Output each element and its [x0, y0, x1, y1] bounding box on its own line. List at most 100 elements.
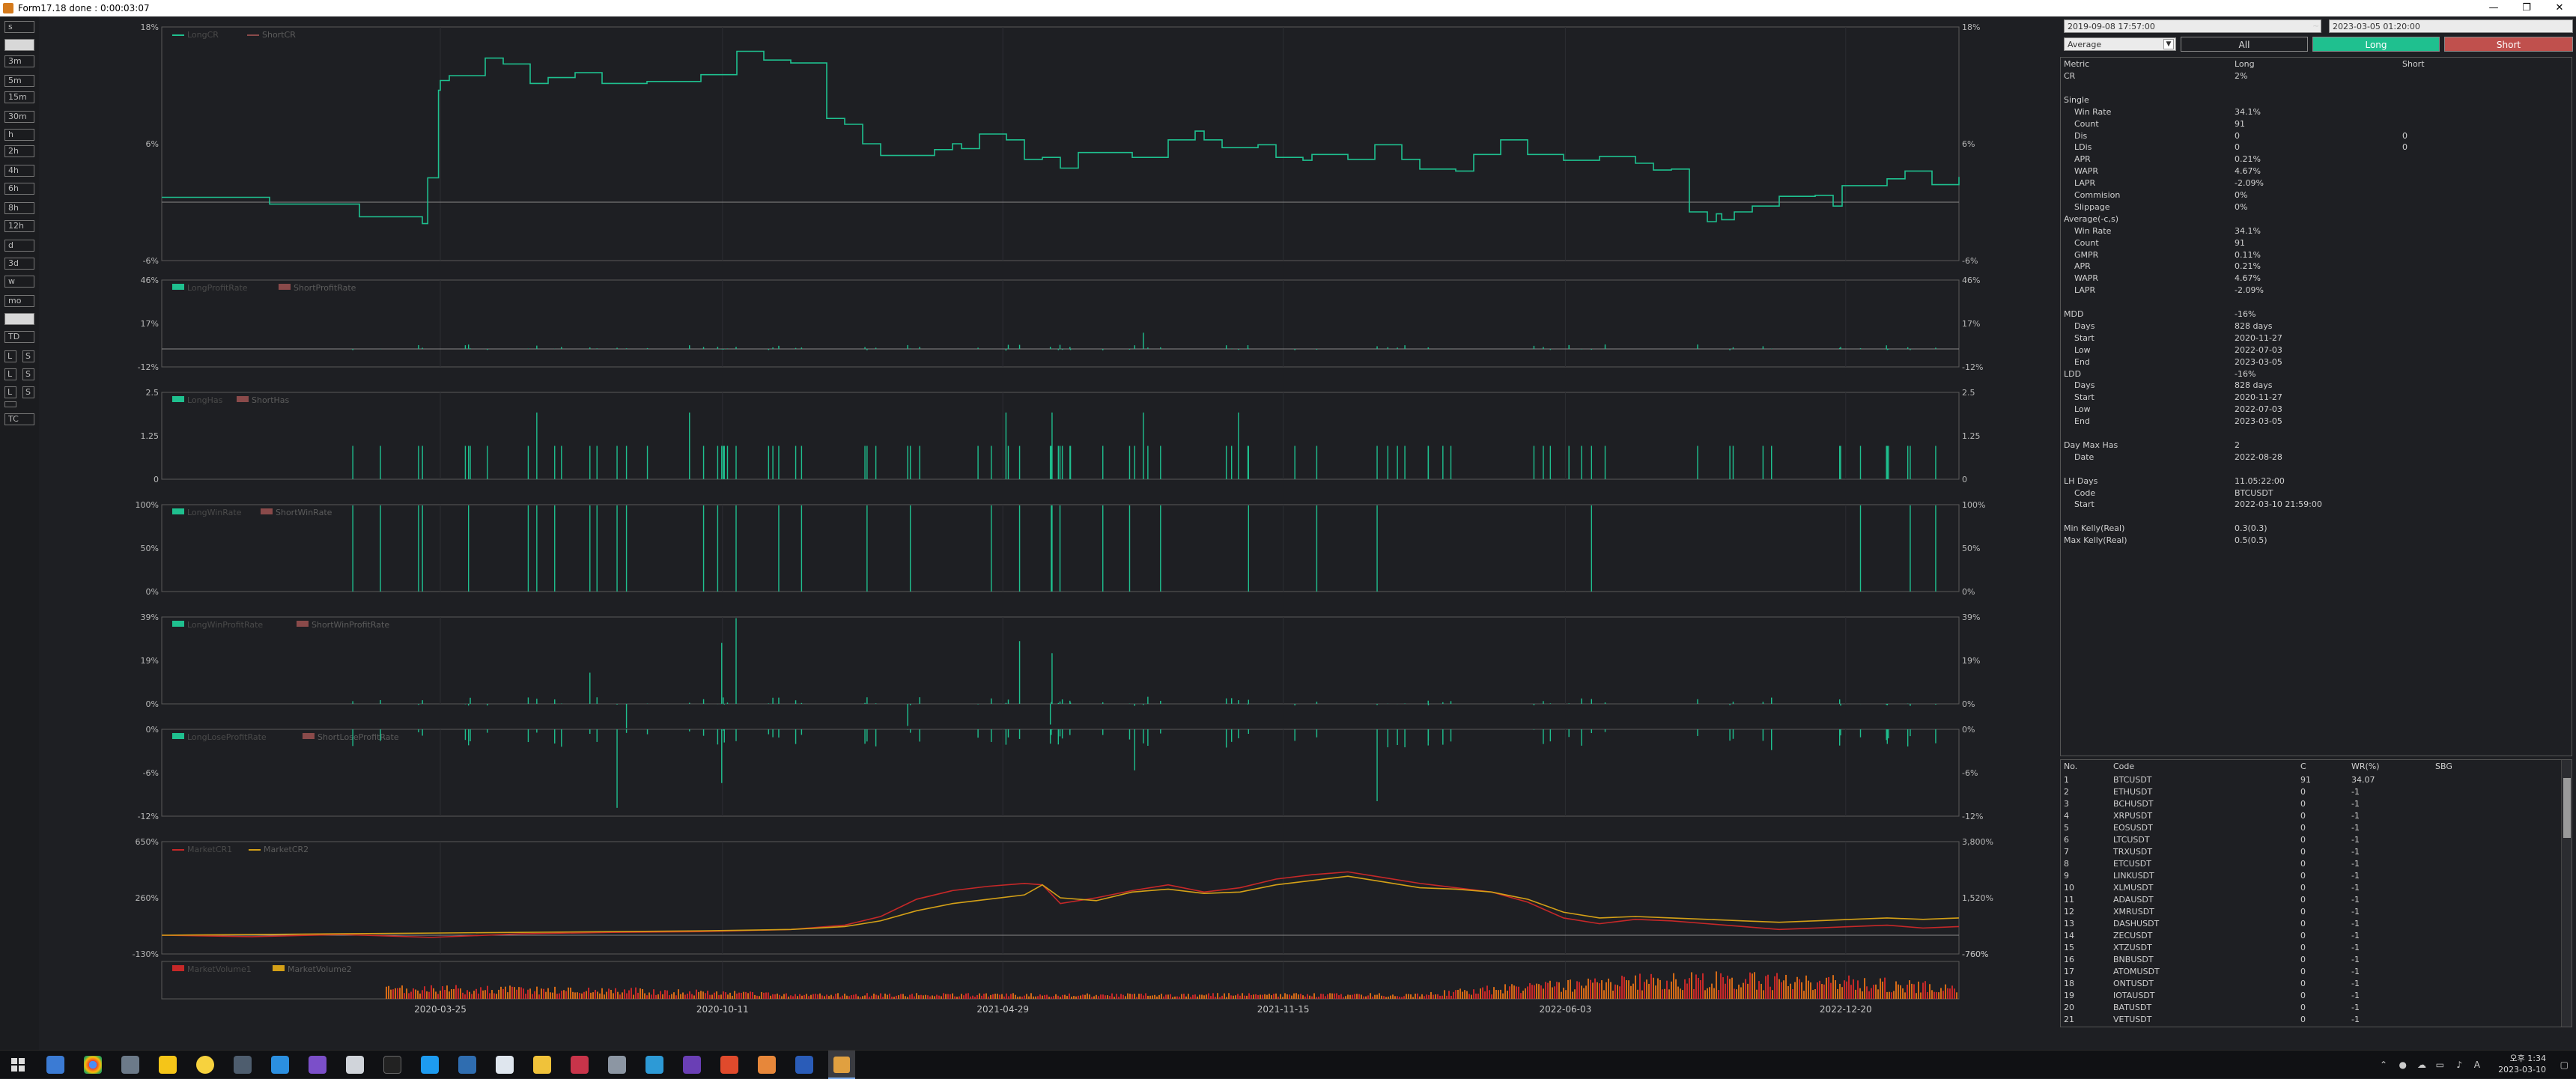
timeframe-button-15[interactable]: mo — [4, 295, 34, 307]
tray-app-icon[interactable]: ● — [2399, 1060, 2407, 1070]
timeframe-button-1[interactable] — [4, 39, 34, 51]
tradingview-icon[interactable] — [383, 1056, 401, 1074]
symbol-row[interactable]: 21 VETUSDT 0 -1 — [2061, 1015, 2570, 1027]
app-icon-17[interactable] — [645, 1056, 663, 1074]
timeframe-button-11[interactable]: 12h — [4, 220, 34, 232]
symbol-row[interactable]: 14 ZECUSDT 0 -1 — [2061, 931, 2570, 943]
symbol-row[interactable]: 7 TRXUSDT 0 -1 — [2061, 847, 2570, 859]
symbol-row[interactable]: 11 ADAUSDT 0 -1 — [2061, 895, 2570, 907]
timeframe-button-9[interactable]: 6h — [4, 183, 34, 195]
timeframe-button-20[interactable]: L — [4, 368, 16, 380]
timeframe-button-10[interactable]: 8h — [4, 202, 34, 214]
folder-icon[interactable] — [121, 1056, 139, 1074]
symbol-row[interactable]: 6 LTCUSDT 0 -1 — [2061, 835, 2570, 847]
timeframe-button-3[interactable]: 5m — [4, 75, 34, 87]
app-icon-15[interactable] — [571, 1056, 589, 1074]
symbol-list-scrollbar[interactable] — [2561, 760, 2572, 1027]
timeframe-button-0[interactable]: s — [4, 21, 34, 33]
app-icon-12[interactable] — [458, 1056, 476, 1074]
app-icon-13[interactable] — [496, 1056, 514, 1074]
symbol-row[interactable]: 20 BATUSDT 0 -1 — [2061, 1003, 2570, 1015]
explorer-icon[interactable] — [46, 1056, 64, 1074]
mode-select[interactable]: Average ▼ — [2064, 37, 2176, 51]
symbol-row[interactable]: 10 XLMUSDT 0 -1 — [2061, 883, 2570, 895]
symbol-cell-code: DASHUSDT — [2113, 919, 2160, 928]
app-icon-16[interactable] — [608, 1056, 626, 1074]
timeframe-button-17[interactable]: TD — [4, 331, 34, 343]
app-icon-6[interactable] — [234, 1056, 252, 1074]
timeframe-button-4[interactable]: 15m — [4, 91, 34, 103]
symbol-row[interactable]: 1 BTCUSDT 91 34.07 — [2061, 775, 2570, 787]
symbol-header-no[interactable]: No. — [2064, 762, 2077, 771]
symbol-header-code[interactable]: Code — [2113, 762, 2134, 771]
clock[interactable]: 오후 1:34 2023-03-10 — [2498, 1053, 2546, 1075]
minimize-button[interactable]: — — [2477, 0, 2510, 16]
symbol-row[interactable]: 19 IOTAUSDT 0 -1 — [2061, 991, 2570, 1003]
timeframe-button-2[interactable]: 3m — [4, 55, 34, 67]
notification-icon[interactable]: ▢ — [2560, 1060, 2569, 1070]
timeframe-button-23[interactable]: S — [22, 386, 34, 398]
symbol-row[interactable]: 17 ATOMUSDT 0 -1 — [2061, 967, 2570, 979]
close-button[interactable]: ✕ — [2543, 0, 2576, 16]
symbol-row[interactable]: 16 BNBUSDT 0 -1 — [2061, 955, 2570, 967]
file-explorer-icon[interactable] — [533, 1056, 551, 1074]
start-date-input[interactable]: 2019-09-08 17:57:00 — [2064, 19, 2321, 33]
tray-chevron-up-icon[interactable]: ⌃ — [2380, 1060, 2387, 1070]
symbol-header-sbg[interactable]: SBG — [2435, 762, 2452, 771]
symbol-row[interactable]: 4 XRPUSDT 0 -1 — [2061, 811, 2570, 823]
timeframe-button-13[interactable]: 3d — [4, 258, 34, 270]
timeframe-button-16[interactable] — [4, 313, 34, 325]
legend-swatch — [261, 508, 273, 514]
cloud-icon[interactable]: ☁ — [2417, 1060, 2426, 1070]
symbol-row[interactable]: 8 ETCUSDT 0 -1 — [2061, 859, 2570, 871]
timeframe-button-18[interactable]: L — [4, 350, 16, 362]
visual-studio-icon[interactable] — [309, 1056, 326, 1074]
timeframe-button-24[interactable] — [4, 401, 16, 407]
short-button[interactable]: Short — [2444, 37, 2573, 52]
symbol-row[interactable]: 3 BCHUSDT 0 -1 — [2061, 799, 2570, 811]
windows-start-icon[interactable] — [9, 1056, 27, 1074]
language-icon[interactable]: A — [2474, 1060, 2480, 1070]
symbol-row[interactable]: 12 XMRUSDT 0 -1 — [2061, 907, 2570, 919]
symbol-row[interactable]: 18 ONTUSDT 0 -1 — [2061, 979, 2570, 991]
scrollbar-thumb[interactable] — [2563, 778, 2571, 838]
timeframe-button-21[interactable]: S — [22, 368, 34, 380]
app-icon-19[interactable] — [720, 1056, 738, 1074]
symbol-row[interactable]: 9 LINKUSDT 0 -1 — [2061, 871, 2570, 883]
timeframe-button-14[interactable]: w — [4, 276, 34, 288]
visual-studio-icon-2[interactable] — [683, 1056, 701, 1074]
maximize-button[interactable]: ❐ — [2510, 0, 2543, 16]
vscode-icon[interactable] — [271, 1056, 289, 1074]
timeframe-button-6[interactable]: h — [4, 129, 34, 141]
timeframe-button-8[interactable]: 4h — [4, 165, 34, 177]
timeframe-button-19[interactable]: S — [22, 350, 34, 362]
symbol-header-c[interactable]: C — [2300, 762, 2306, 771]
timeframe-button-12[interactable]: d — [4, 240, 34, 252]
twitter-icon[interactable] — [421, 1056, 439, 1074]
symbol-header-wr[interactable]: WR(%) — [2351, 762, 2380, 771]
chrome-icon[interactable] — [84, 1056, 102, 1074]
timeframe-button-25[interactable]: TC — [4, 413, 34, 425]
word-icon[interactable] — [795, 1056, 813, 1074]
all-button[interactable]: All — [2181, 37, 2308, 52]
symbol-row[interactable]: 13 DASHUSDT 0 -1 — [2061, 919, 2570, 931]
timeframe-button-7[interactable]: 2h — [4, 145, 34, 157]
symbol-row[interactable]: 2 ETHUSDT 0 -1 — [2061, 787, 2570, 799]
chrome-canary-icon[interactable] — [758, 1056, 776, 1074]
metric-long-value: 4.67% — [2235, 273, 2261, 284]
app-icon-9[interactable] — [346, 1056, 364, 1074]
long-button[interactable]: Long — [2312, 37, 2440, 52]
media-icon[interactable] — [196, 1056, 214, 1074]
metric-name: Day Max Has — [2064, 440, 2118, 450]
volume-icon[interactable]: ♪ — [2456, 1060, 2462, 1070]
end-date-input[interactable]: 2023-03-05 01:20:00 — [2329, 19, 2573, 33]
network-icon[interactable]: ▭ — [2436, 1060, 2444, 1070]
active-app-icon[interactable] — [828, 1051, 855, 1079]
kakaotalk-icon[interactable] — [159, 1056, 177, 1074]
timeframe-button-22[interactable]: L — [4, 386, 16, 398]
metrics-header-short: Short — [2402, 59, 2425, 69]
timeframe-button-5[interactable]: 30m — [4, 111, 34, 123]
symbol-row[interactable]: 15 XTZUSDT 0 -1 — [2061, 943, 2570, 955]
symbol-cell-code: BATUSDT — [2113, 1003, 2152, 1012]
symbol-row[interactable]: 5 EOSUSDT 0 -1 — [2061, 823, 2570, 835]
